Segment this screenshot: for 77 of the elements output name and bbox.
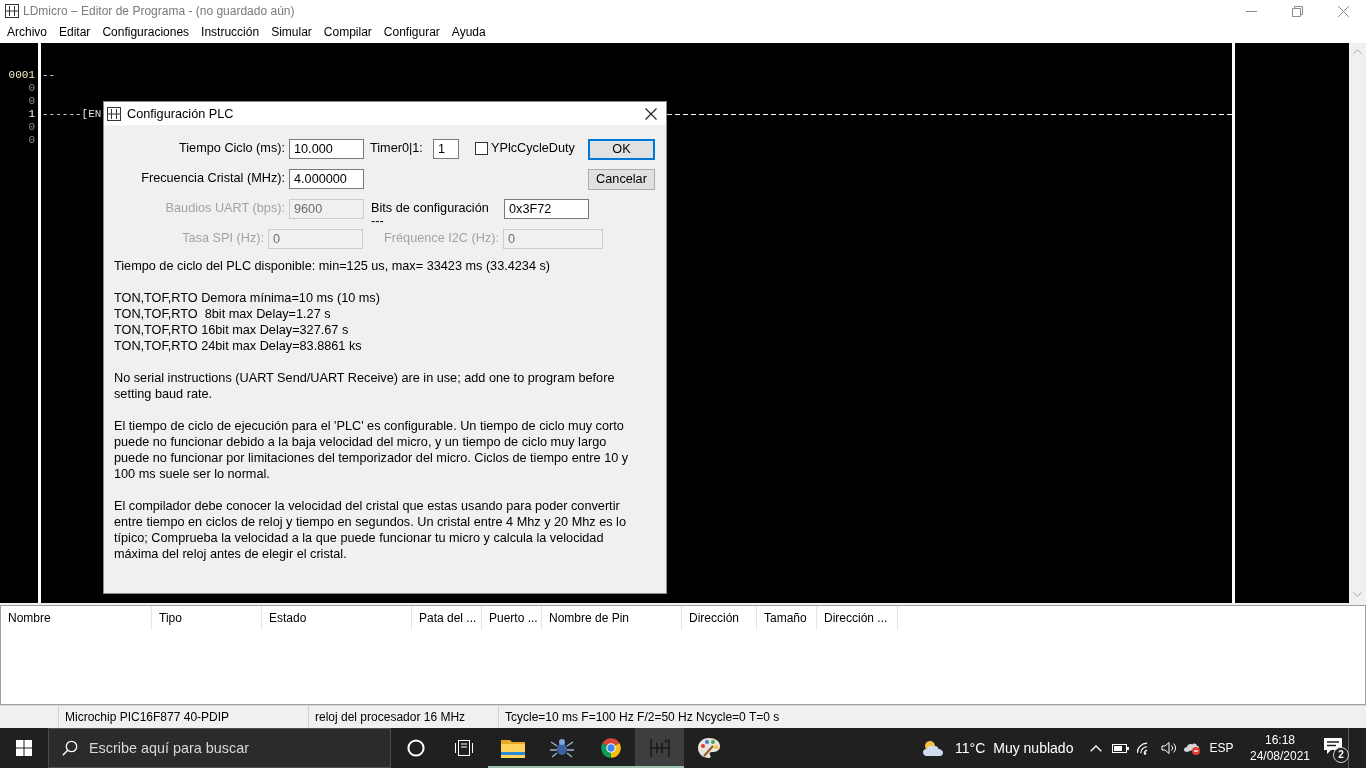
search-icon bbox=[62, 740, 78, 756]
checkbox-label[interactable]: YPlcCycleDuty bbox=[491, 139, 575, 155]
column-header[interactable]: Dirección bbox=[682, 606, 757, 630]
taskbar-app[interactable] bbox=[635, 728, 684, 768]
info-text: TON,TOF,RTO Demora mínima=10 ms (10 ms) bbox=[114, 290, 381, 306]
cloud-sun-icon[interactable] bbox=[921, 739, 945, 757]
line-number: 1 bbox=[28, 108, 35, 121]
ring-icon[interactable] bbox=[406, 739, 425, 757]
text-field[interactable]: 0x3F72 bbox=[504, 199, 589, 219]
info-text: El tiempo de ciclo de ejecución para el 'PLC' es configurable. Un tiempo de ciclo muy corto puede no funcionar debido a la baja velocidad del micro, y un tiempo de ciclo muy largo puede no funcionar por limitaciones del temporizador del micro. Ciclos de tiempo entre 10 y 100 ms suele ser lo normal. bbox=[114, 418, 630, 482]
wire-text: ------[EN bbox=[42, 108, 102, 121]
text-field[interactable]: 1 bbox=[433, 139, 459, 159]
menu-item[interactable]: Configurar bbox=[377, 22, 446, 43]
ladder-icon bbox=[648, 738, 671, 758]
battery-icon[interactable] bbox=[1111, 743, 1129, 753]
column-header[interactable]: Tamaño bbox=[757, 606, 817, 630]
info-text: TON,TOF,RTO 24bit max Delay=83.8861 ks bbox=[114, 338, 363, 354]
windows-logo-icon[interactable] bbox=[16, 740, 32, 756]
column-header[interactable]: Nombre de Pin bbox=[542, 606, 682, 630]
ladder-editor[interactable] bbox=[0, 43, 1366, 603]
column-header[interactable]: Dirección ... bbox=[817, 606, 898, 630]
cloud-alert-icon[interactable] bbox=[1182, 741, 1201, 755]
dialog-button[interactable]: Cancelar bbox=[588, 168, 655, 190]
column-header[interactable]: Estado bbox=[262, 606, 412, 630]
window-title: LDmicro – Editor de Programa - (no guardado aún) bbox=[23, 4, 295, 18]
line-number: 0001 bbox=[8, 69, 35, 82]
menu-item[interactable]: Archivo bbox=[0, 22, 53, 43]
dialog-button[interactable]: OK bbox=[588, 138, 655, 160]
clock-date[interactable]: 24/08/2021 bbox=[1249, 748, 1311, 764]
task-view-icon[interactable] bbox=[455, 740, 473, 756]
dialog-title: Configuración PLC bbox=[127, 106, 234, 121]
menu-item[interactable]: Ayuda bbox=[445, 22, 492, 43]
column-header[interactable]: Puerto ... bbox=[482, 606, 542, 630]
search-field[interactable]: Escribe aquí para buscar bbox=[48, 728, 391, 768]
minimize-icon[interactable] bbox=[1245, 10, 1257, 12]
menu-item[interactable]: Instrucción bbox=[195, 22, 266, 43]
line-number: 0 bbox=[28, 95, 35, 108]
field-label: Fréquence I2C (Hz): bbox=[383, 230, 499, 245]
field-label: Timer0|1: bbox=[370, 140, 424, 155]
ladder-icon bbox=[5, 4, 19, 18]
field-label: Frecuencia Cristal (MHz): bbox=[140, 170, 285, 185]
info-text: No serial instructions (UART Send/UART Receive) are in use; add one to program before setting baud rate. bbox=[114, 370, 616, 402]
text-field[interactable]: 4.000000 bbox=[289, 169, 364, 189]
field-label: Tasa SPI (Hz): bbox=[181, 230, 264, 245]
line-number: 0 bbox=[28, 82, 35, 95]
field-label: Bits de configuración --- bbox=[371, 200, 490, 228]
checkbox[interactable] bbox=[475, 142, 488, 155]
wire-text: -- bbox=[42, 69, 56, 82]
bug-icon bbox=[548, 738, 575, 758]
info-text: TON,TOF,RTO 16bit max Delay=327.67 s bbox=[114, 322, 350, 338]
folder-icon bbox=[500, 738, 525, 758]
field-label: Baudios UART (bps): bbox=[164, 200, 285, 215]
palette-icon bbox=[696, 737, 721, 759]
menu-item[interactable]: Editar bbox=[53, 22, 97, 43]
menu-item[interactable]: Compilar bbox=[317, 22, 378, 43]
temperature-text[interactable]: 11°C bbox=[955, 740, 986, 756]
clock-time[interactable]: 16:18 bbox=[1265, 732, 1295, 748]
weather-text[interactable]: Muy nublado bbox=[993, 740, 1074, 756]
column-header[interactable]: Tipo bbox=[152, 606, 262, 630]
restore-icon[interactable] bbox=[1291, 5, 1303, 17]
text-field[interactable]: 10.000 bbox=[289, 139, 364, 159]
speaker-icon[interactable] bbox=[1160, 741, 1177, 755]
line-number: 0 bbox=[28, 134, 35, 147]
notification-count: 2 bbox=[1333, 747, 1349, 763]
info-text: Tiempo de ciclo del PLC disponible: min=125 us, max= 33423 ms (33.4234 s) bbox=[114, 258, 552, 274]
info-text: El compilador debe conocer la velocidad del cristal que estas usando para poder convertir entre tiempo en ciclos de reloj y tiempo en segundos. Un cristal entre 4 Mhz y 20 Mhz es lo típico; Comprueba la velocidad a la que puede funcionar tu micro y calcula la velocidad máxima del reloj antes de elegir el cristal. bbox=[114, 498, 627, 562]
field-label: Tiempo Ciclo (ms): bbox=[178, 140, 285, 155]
line-number: 0 bbox=[28, 121, 35, 134]
language-indicator[interactable]: ESP bbox=[1209, 741, 1234, 755]
round-logo-icon bbox=[599, 737, 622, 759]
menu-item[interactable]: Configuraciones bbox=[96, 22, 196, 43]
menu-item[interactable]: Simular bbox=[265, 22, 318, 43]
close-icon[interactable] bbox=[645, 107, 657, 120]
column-header[interactable]: Pata del ... bbox=[412, 606, 482, 630]
column-header[interactable]: Nombre bbox=[1, 606, 152, 630]
info-text: TON,TOF,RTO 8bit max Delay=1.27 s bbox=[114, 306, 332, 322]
ladder-icon bbox=[107, 106, 121, 121]
